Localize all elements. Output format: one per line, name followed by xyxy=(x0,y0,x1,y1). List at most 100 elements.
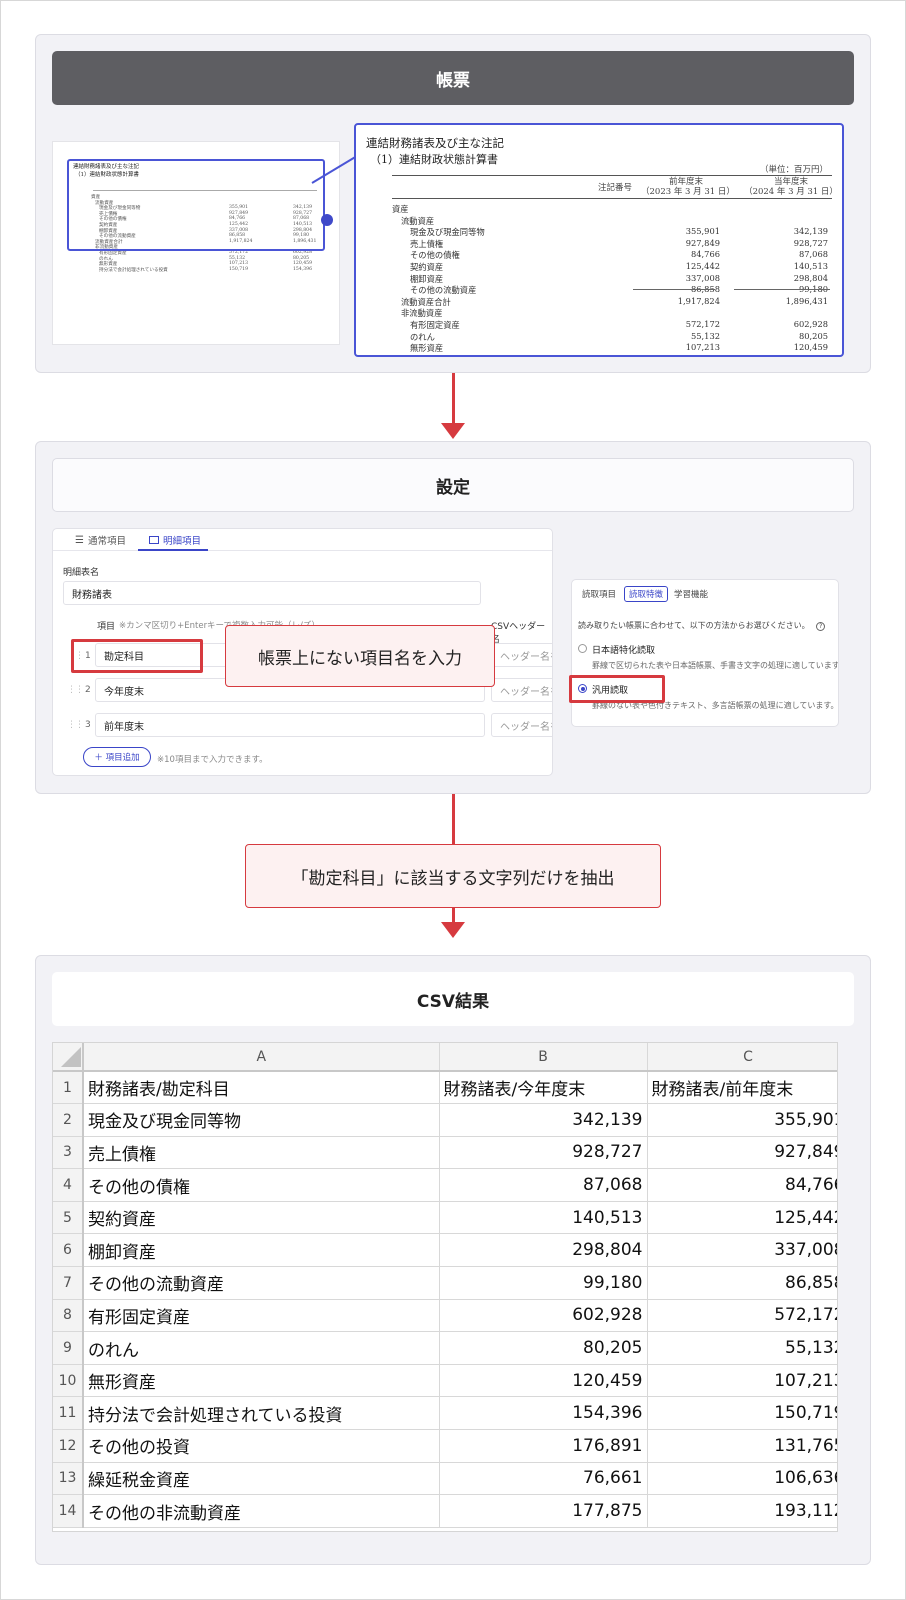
column-header[interactable]: C xyxy=(647,1043,837,1072)
table-cell[interactable]: のれん xyxy=(83,1331,440,1365)
table-cell[interactable]: 193,112 xyxy=(647,1494,837,1528)
doc-col-curr: 当年度末 （2024 年 3 月 31 日） xyxy=(744,177,838,197)
csv-header-input[interactable]: ヘッダー名を xyxy=(491,678,552,702)
radio-japanese[interactable] xyxy=(578,644,587,653)
csv-section: CSV結果 A B C 1 財務諸表/勘定科目 財務諸表/今年度末 財務諸表/前年度末… xyxy=(35,955,871,1565)
csv-section-title: CSV結果 xyxy=(52,972,854,1026)
table-cell[interactable]: 棚卸資産 xyxy=(83,1233,440,1268)
column-header[interactable]: A xyxy=(83,1043,440,1072)
row-number[interactable]: 5 xyxy=(53,1201,84,1235)
table-row: 11 持分法で会計処理されている投資 154,396 150,719 xyxy=(53,1396,837,1431)
row-number[interactable]: 2 xyxy=(53,1103,84,1137)
table-cell[interactable]: 298,804 xyxy=(439,1233,648,1268)
items-label: 項目 xyxy=(97,622,116,632)
table-cell[interactable]: 繰延税金資産 xyxy=(83,1462,440,1496)
csv-header-input[interactable]: ヘッダー名を xyxy=(491,643,552,667)
table-cell[interactable]: 売上債権 xyxy=(83,1136,440,1170)
select-all-corner[interactable] xyxy=(53,1043,84,1072)
table-cell[interactable]: 107,213 xyxy=(647,1364,837,1398)
table-cell[interactable]: 140,513 xyxy=(439,1201,648,1235)
table-cell[interactable]: 87,068 xyxy=(439,1168,648,1202)
drag-handle-icon[interactable]: ⋮⋮ xyxy=(67,720,84,730)
table-cell[interactable]: 125,442 xyxy=(647,1201,837,1235)
table-cell[interactable]: 契約資産 xyxy=(83,1201,440,1235)
table-cell[interactable]: 120,459 xyxy=(439,1364,648,1398)
doc-col-note: 注記番号 xyxy=(598,183,633,193)
table-row: 4その他の債権87,06884,766 xyxy=(53,1168,837,1202)
table-cell[interactable]: 337,008 xyxy=(647,1233,837,1268)
row-number[interactable]: 7 xyxy=(53,1266,84,1300)
row-number[interactable]: 9 xyxy=(53,1331,84,1365)
doc-row: 契約資産 125,442 140,513 xyxy=(410,261,828,272)
table-cell[interactable]: その他の非流動資産 xyxy=(83,1494,440,1528)
thumb-row-prev: 107,213 xyxy=(229,261,248,267)
callout-extract: 「勘定科目」に該当する文字列だけを抽出 xyxy=(245,844,661,908)
table-cell[interactable]: 99,180 xyxy=(439,1266,648,1300)
table-cell[interactable]: 84,766 xyxy=(647,1168,837,1202)
table-row: 8 有形固定資産 602,928 572,172 xyxy=(53,1299,837,1333)
table-cell[interactable]: 177,875 xyxy=(439,1494,648,1528)
tab-normal-items[interactable]: ☰ 通常項目 xyxy=(75,533,126,548)
thumb-highlight-box xyxy=(67,159,325,251)
tab-detail-items[interactable]: 明細項目 xyxy=(149,533,201,547)
table-cell[interactable]: 財務諸表/勘定科目 xyxy=(83,1071,440,1105)
row-number[interactable]: 11 xyxy=(53,1396,84,1431)
column-header[interactable]: B xyxy=(439,1043,648,1072)
table-cell[interactable]: 現金及び現金同等物 xyxy=(83,1103,440,1137)
table-cell[interactable]: 86,858 xyxy=(647,1266,837,1300)
table-cell[interactable]: 持分法で会計処理されている投資 xyxy=(83,1396,440,1431)
table-cell[interactable]: 572,172 xyxy=(647,1299,837,1333)
thumb-row-curr: 154,396 xyxy=(293,266,312,272)
table-cell[interactable]: 財務諸表/今年度末 xyxy=(439,1071,648,1105)
table-cell[interactable]: 131,765 xyxy=(647,1429,837,1463)
drag-handle-icon[interactable]: ⋮⋮ xyxy=(67,685,84,695)
doc-title: 連結財務諸表及び主な注記 xyxy=(366,136,504,150)
row-number[interactable]: 4 xyxy=(53,1168,84,1202)
add-item-button[interactable]: ＋ 項目追加 xyxy=(83,747,151,767)
table-cell[interactable]: 154,396 xyxy=(439,1396,648,1431)
table-cell[interactable]: 76,661 xyxy=(439,1462,648,1496)
row-number[interactable]: 13 xyxy=(53,1462,84,1496)
table-cell[interactable]: 176,891 xyxy=(439,1429,648,1463)
row-number[interactable]: 10 xyxy=(53,1364,84,1398)
table-cell[interactable]: 927,849 xyxy=(647,1136,837,1170)
table-cell[interactable]: 財務諸表/前年度末 xyxy=(647,1071,837,1105)
doc-col-prev: 前年度末 （2023 年 3 月 31 日） xyxy=(641,177,735,197)
table-cell[interactable]: 55,132 xyxy=(647,1331,837,1365)
tab-read-features[interactable]: 読取特徴 xyxy=(624,586,669,602)
table-row: 2 現金及び現金同等物 342,139 355,901 xyxy=(53,1103,837,1137)
row-number[interactable]: 8 xyxy=(53,1299,84,1333)
item-name-input[interactable]: 前年度末 xyxy=(95,713,485,737)
table-cell[interactable]: 無形資産 xyxy=(83,1364,440,1398)
row-number[interactable]: 1 xyxy=(53,1071,84,1105)
tab-learning[interactable]: 学習機能 xyxy=(670,586,712,602)
tab-read-items[interactable]: 読取項目 xyxy=(578,586,620,602)
table-name-label: 明細表名 xyxy=(63,568,100,578)
table-cell[interactable]: 602,928 xyxy=(439,1299,648,1333)
help-icon[interactable]: ? xyxy=(816,622,826,631)
table-cell[interactable]: 有形固定資産 xyxy=(83,1299,440,1333)
item-tabs: ☰ 通常項目 明細項目 xyxy=(53,529,552,551)
table-row: 13 繰延税金資産 76,661 106,636 xyxy=(53,1462,837,1496)
table-cell[interactable]: 928,727 xyxy=(439,1136,648,1170)
table-cell[interactable]: その他の投資 xyxy=(83,1429,440,1463)
table-cell[interactable]: 150,719 xyxy=(647,1396,837,1431)
csv-header-input[interactable]: ヘッダー名を xyxy=(491,713,552,737)
doc-row: 無形資産 107,213 120,459 xyxy=(410,342,828,354)
row-number[interactable]: 12 xyxy=(53,1429,84,1463)
table-cell[interactable]: その他の債権 xyxy=(83,1168,440,1202)
table-cell[interactable]: 106,636 xyxy=(647,1462,837,1496)
arrow-1 xyxy=(452,373,455,423)
thumb-row-label: 持分法で会計処理されている投資 xyxy=(99,267,168,273)
table-cell[interactable]: 342,139 xyxy=(439,1103,648,1137)
doc-row: 資産 xyxy=(392,204,409,214)
row-number[interactable]: 14 xyxy=(53,1494,84,1528)
table-name-input[interactable]: 財務諸表 xyxy=(63,581,481,605)
table-row: 10 無形資産 120,459 107,213 xyxy=(53,1364,837,1398)
row-number[interactable]: 6 xyxy=(53,1233,84,1268)
table-cell[interactable]: その他の流動資産 xyxy=(83,1266,440,1300)
doc-subtitle: （1）連結財政状態計算書 xyxy=(370,153,498,166)
row-number[interactable]: 3 xyxy=(53,1136,84,1170)
table-cell[interactable]: 355,901 xyxy=(647,1103,837,1137)
table-cell[interactable]: 80,205 xyxy=(439,1331,648,1365)
